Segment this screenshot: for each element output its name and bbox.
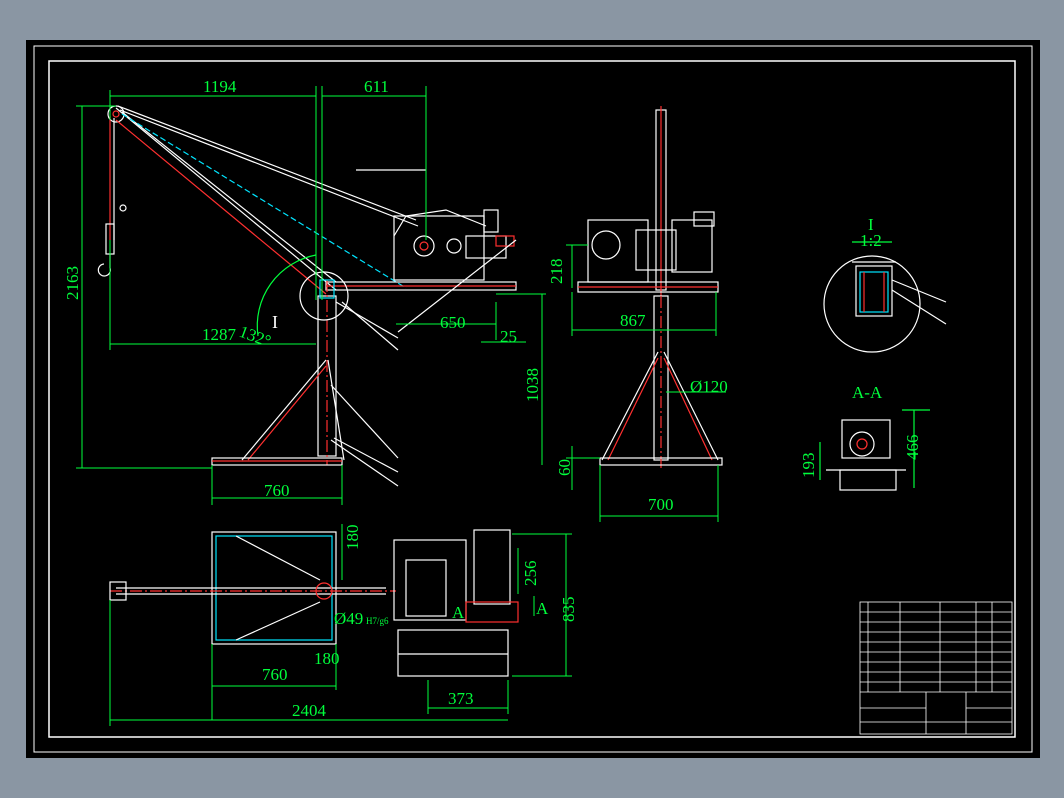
- main-elevation-view: [97, 105, 517, 487]
- dim-phi-49: Ø49: [334, 609, 363, 628]
- dim-1287: 1287: [202, 325, 237, 344]
- dim-466: 466: [903, 435, 922, 461]
- dim-2404: 2404: [292, 701, 327, 720]
- side-elevation-view: [577, 106, 723, 470]
- section-title: A-A: [852, 383, 883, 402]
- dim-760-top: 760: [264, 481, 290, 500]
- dim-180-bottom: 180: [314, 649, 340, 668]
- section-mark-right: A: [536, 599, 549, 618]
- dim-132-degrees: 132°: [237, 322, 274, 351]
- dim-256: 256: [521, 561, 540, 587]
- dim-2163: 2163: [63, 266, 82, 300]
- dim-835: 835: [559, 597, 578, 623]
- dim-180-top: 180: [343, 525, 362, 551]
- dim-60: 60: [555, 459, 574, 476]
- dim-218: 218: [547, 259, 566, 285]
- dim-193: 193: [799, 453, 818, 479]
- dim-1194: 1194: [203, 77, 237, 96]
- dim-611: 611: [364, 77, 389, 96]
- detail-scale: 1:2: [860, 231, 882, 250]
- detail-view-i: [823, 241, 947, 353]
- section-mark-left: A: [452, 603, 465, 622]
- title-block: [859, 601, 1013, 735]
- dim-25: 25: [500, 327, 517, 346]
- dim-373: 373: [448, 689, 474, 708]
- dim-867: 867: [620, 311, 646, 330]
- dim-phi-120: Ø120: [690, 377, 728, 396]
- dim-760-bottom: 760: [262, 665, 288, 684]
- dim-phi-49-fit: H7/g6: [366, 616, 389, 626]
- main-dimension-lines: [76, 86, 546, 505]
- detail-ref-label: I: [272, 312, 278, 332]
- dim-700: 700: [648, 495, 674, 514]
- drawing-sheet: 1194 611 2163 1287 132° 650 25 1038 760 …: [26, 40, 1040, 758]
- dim-1038: 1038: [523, 368, 542, 402]
- cad-drawing: 1194 611 2163 1287 132° 650 25 1038 760 …: [33, 45, 1033, 753]
- dim-650: 650: [440, 313, 466, 332]
